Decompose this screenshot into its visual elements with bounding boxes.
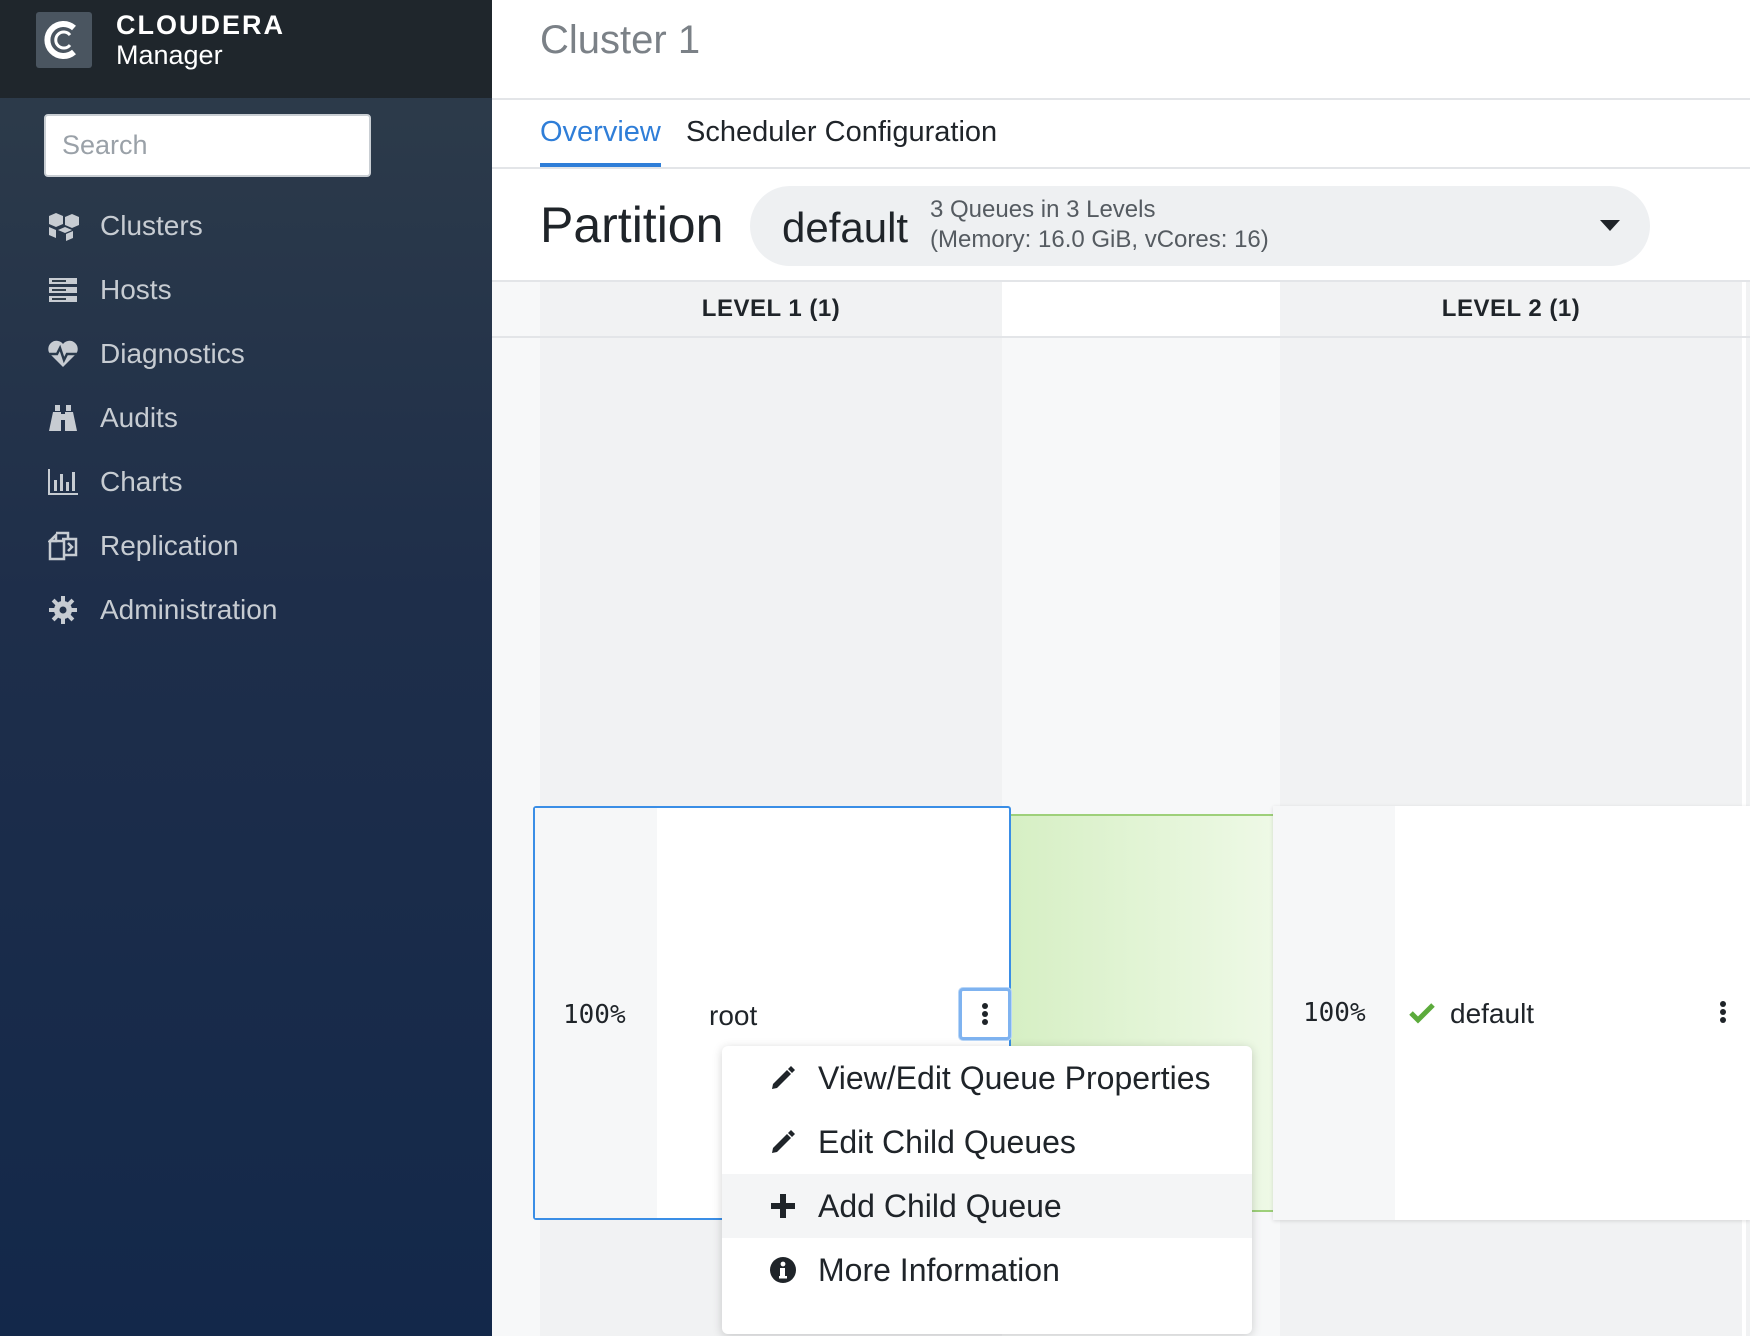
brand-name: CLOUDERA	[116, 10, 285, 40]
sidebar-nav: Clusters Hosts Diagnostics Audits Charts	[0, 194, 492, 642]
tab-scheduler-configuration[interactable]: Scheduler Configuration	[686, 116, 997, 163]
sidebar-item-label: Administration	[100, 594, 278, 625]
partition-dropdown[interactable]: default 3 Queues in 3 Levels (Memory: 16…	[750, 186, 1650, 266]
level-header-spacer	[1002, 282, 1280, 336]
brand-header: CLOUDERA Manager	[0, 0, 492, 98]
sidebar: CLOUDERA Manager Clusters Hosts Diagnost…	[0, 0, 492, 1336]
menu-item-label: View/Edit Queue Properties	[818, 1059, 1211, 1096]
menu-item-edit-child-queues[interactable]: Edit Child Queues	[722, 1110, 1252, 1174]
sidebar-item-label: Audits	[100, 402, 178, 433]
cloudera-logo-icon[interactable]	[36, 12, 92, 68]
sidebar-item-replication[interactable]: Replication	[0, 514, 492, 578]
copy-icon	[46, 529, 80, 563]
kebab-icon	[982, 1003, 988, 1025]
sidebar-item-administration[interactable]: Administration	[0, 578, 492, 642]
page-title: Cluster 1	[540, 18, 701, 62]
plus-icon	[768, 1191, 798, 1221]
menu-item-more-information[interactable]: More Information	[722, 1238, 1252, 1302]
queue-capacity: 100%	[563, 1000, 626, 1030]
tabs-divider	[492, 167, 1750, 169]
menu-item-label: Edit Child Queues	[818, 1123, 1076, 1160]
menu-item-view-edit-queue-properties[interactable]: View/Edit Queue Properties	[722, 1046, 1252, 1110]
level-2-header: LEVEL 2 (1)	[1280, 282, 1742, 336]
search-input[interactable]	[44, 114, 371, 177]
tab-overview[interactable]: Overview	[540, 116, 661, 167]
more-options-button[interactable]	[1697, 986, 1749, 1038]
menu-item-label: Add Child Queue	[818, 1187, 1062, 1224]
more-options-button[interactable]	[959, 988, 1011, 1040]
partition-selected: default	[782, 204, 909, 251]
queue-name: root	[709, 1000, 758, 1031]
sidebar-item-label: Charts	[100, 466, 183, 497]
server-icon	[46, 273, 80, 307]
check-icon	[1409, 1002, 1435, 1029]
pencil-icon	[768, 1063, 798, 1093]
level-1-header: LEVEL 1 (1)	[540, 282, 1002, 336]
sidebar-item-diagnostics[interactable]: Diagnostics	[0, 322, 492, 386]
menu-item-add-child-queue[interactable]: Add Child Queue	[722, 1174, 1252, 1238]
sidebar-item-label: Hosts	[100, 274, 172, 305]
info-circle-icon	[768, 1255, 798, 1285]
partition-queue-summary: 3 Queues in 3 Levels	[930, 196, 1156, 223]
gear-icon	[46, 593, 80, 627]
queue-capacity: 100%	[1303, 998, 1366, 1028]
kebab-icon	[1720, 1001, 1726, 1023]
chevron-down-icon	[1600, 220, 1620, 231]
sidebar-item-charts[interactable]: Charts	[0, 450, 492, 514]
sidebar-item-clusters[interactable]: Clusters	[0, 194, 492, 258]
sidebar-item-label: Clusters	[100, 210, 203, 241]
queue-actions-menu: View/Edit Queue Properties Edit Child Qu…	[722, 1046, 1252, 1334]
queue-name: default	[1450, 998, 1535, 1029]
sidebar-item-audits[interactable]: Audits	[0, 386, 492, 450]
binoculars-icon	[46, 401, 80, 435]
partition-label: Partition	[540, 197, 724, 253]
sidebar-item-label: Replication	[100, 530, 239, 561]
partition-resource-summary: (Memory: 16.0 GiB, vCores: 16)	[930, 226, 1269, 253]
heartbeat-icon	[46, 337, 80, 371]
header-divider	[492, 98, 1750, 100]
pencil-icon	[768, 1127, 798, 1157]
queue-card-default[interactable]: 100% default	[1273, 806, 1750, 1220]
level-header-divider	[492, 336, 1750, 338]
cubes-icon	[46, 209, 80, 243]
sidebar-item-hosts[interactable]: Hosts	[0, 258, 492, 322]
brand-product: Manager	[116, 40, 223, 70]
bar-chart-icon	[46, 465, 80, 499]
sidebar-item-label: Diagnostics	[100, 338, 245, 369]
menu-item-label: More Information	[818, 1251, 1060, 1288]
